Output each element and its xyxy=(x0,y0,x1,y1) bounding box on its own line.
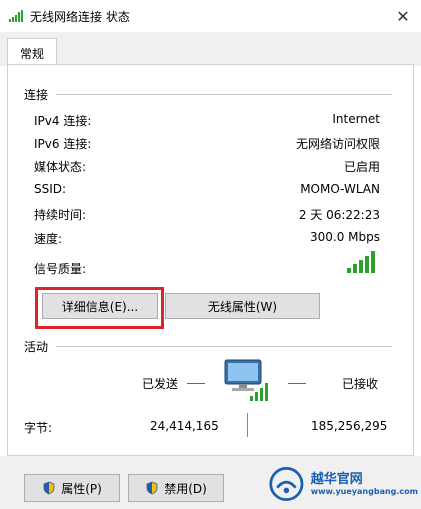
signal-strength-icon xyxy=(347,251,375,273)
speed-label: 速度: xyxy=(34,232,63,246)
bytes-sent-value: 24,414,165 xyxy=(150,419,219,433)
bytes-divider xyxy=(247,413,248,437)
ipv4-label: IPv4 连接: xyxy=(34,114,92,128)
window-title: 无线网络连接 状态 xyxy=(30,10,130,24)
title-bar: 无线网络连接 状态 ✕ xyxy=(0,0,421,32)
duration-label: 持续时间: xyxy=(34,208,87,222)
media-state-value: 已启用 xyxy=(343,160,380,174)
bytes-label: 字节: xyxy=(24,421,53,435)
media-state-label: 媒体状态: xyxy=(34,160,87,174)
connection-section-title: 连接 xyxy=(24,88,49,102)
signal-quality-label: 信号质量: xyxy=(34,262,87,276)
tab-general[interactable]: 常规 xyxy=(7,38,57,67)
received-dash xyxy=(288,383,306,384)
watermark-url: www.yueyangbang.com xyxy=(310,486,418,496)
properties-button-label: 属性(P) xyxy=(61,481,102,496)
wifi-signal-icon xyxy=(9,10,23,22)
properties-button[interactable]: 属性(P) xyxy=(24,474,120,502)
watermark-logo-icon xyxy=(269,466,304,502)
ssid-label: SSID: xyxy=(34,182,67,196)
sent-label: 已发送 xyxy=(142,377,179,391)
speed-value: 300.0 Mbps xyxy=(309,230,380,244)
ipv6-label: IPv6 连接: xyxy=(34,137,92,151)
watermark-brand: 越华官网 xyxy=(310,471,363,487)
shield-icon xyxy=(43,481,55,495)
ipv6-value: 无网络访问权限 xyxy=(295,137,380,151)
sent-dash xyxy=(187,383,205,384)
bytes-received-value: 185,256,295 xyxy=(311,419,388,433)
close-icon: ✕ xyxy=(396,6,410,26)
network-computer-icon xyxy=(224,359,268,401)
disable-button-label: 禁用(D) xyxy=(164,481,207,496)
site-watermark: 越华官网 www.yueyangbang.com xyxy=(268,462,418,506)
ssid-value: MOMO-WLAN xyxy=(300,182,380,196)
disable-button[interactable]: 禁用(D) xyxy=(128,474,224,502)
connection-separator xyxy=(56,94,392,95)
ipv4-value: Internet xyxy=(332,112,380,126)
activity-separator xyxy=(56,346,392,347)
activity-section-title: 活动 xyxy=(24,340,49,354)
details-button-highlight xyxy=(35,287,164,329)
tab-strip: 常规 xyxy=(0,32,421,67)
close-button[interactable]: ✕ xyxy=(385,0,421,32)
wireless-properties-button[interactable]: 无线属性(W) xyxy=(165,293,320,319)
duration-value: 2 天 06:22:23 xyxy=(298,208,380,222)
shield-icon xyxy=(146,481,158,495)
received-label: 已接收 xyxy=(342,377,379,391)
